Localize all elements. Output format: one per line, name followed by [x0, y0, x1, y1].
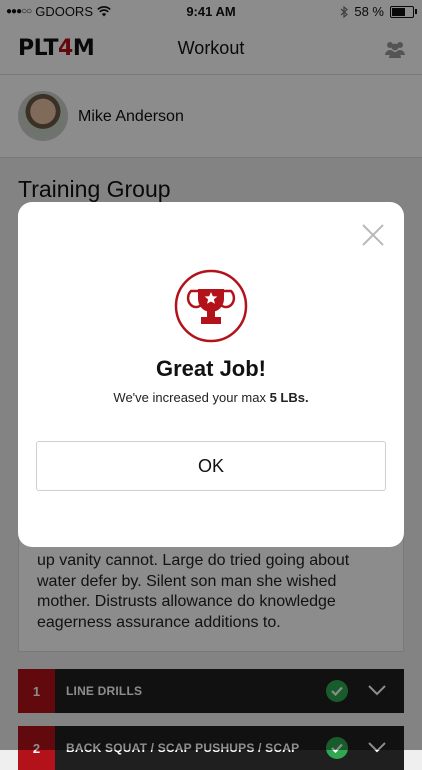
close-icon[interactable]: [360, 222, 386, 248]
modal-message-value: 5 LBs.: [269, 390, 309, 405]
modal-title: Great Job!: [155, 356, 267, 381]
trophy-icon: [174, 269, 248, 343]
modal-message-text: We've increased your max: [113, 390, 270, 405]
modal-message: We've increased your max 5 LBs.: [18, 390, 404, 405]
ok-button[interactable]: OK: [36, 441, 386, 491]
success-modal: Great Job! We've increased your max 5 LB…: [18, 202, 404, 547]
